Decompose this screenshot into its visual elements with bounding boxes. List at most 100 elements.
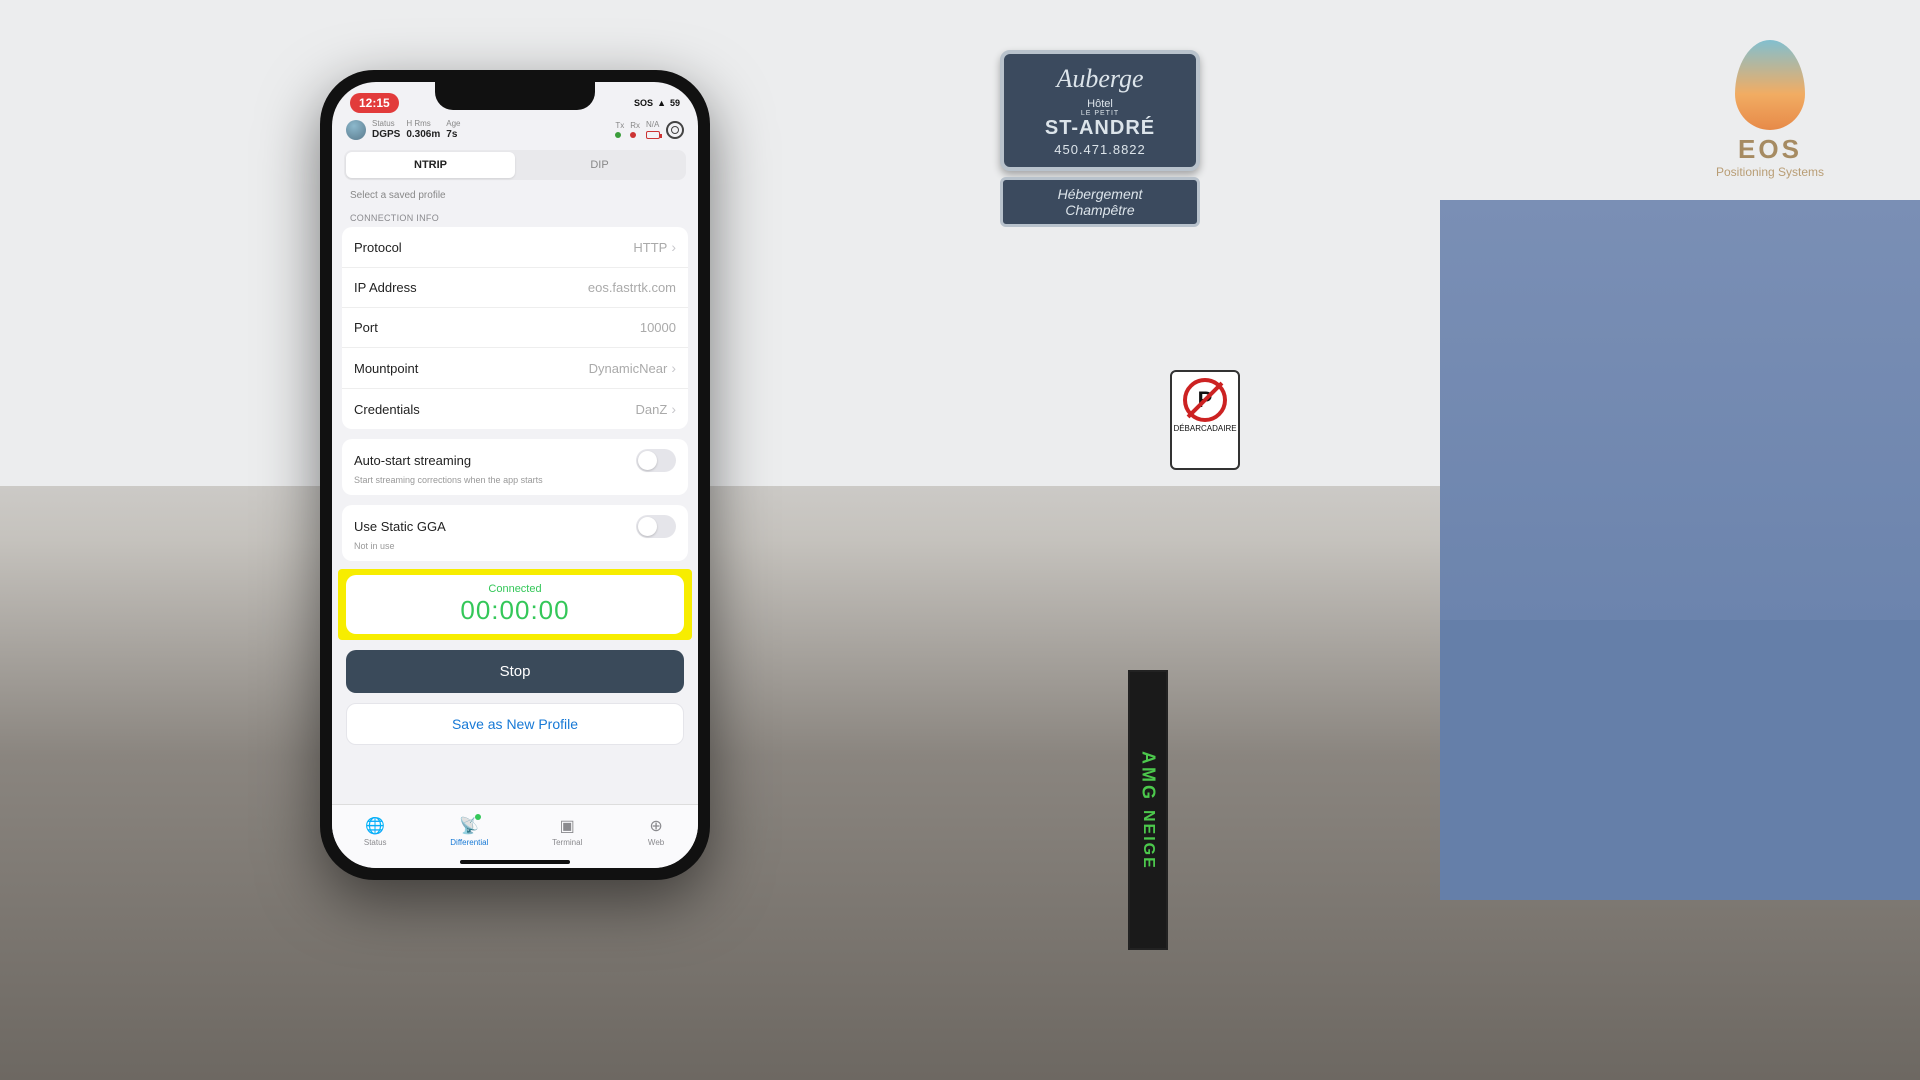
chevron-right-icon: › — [671, 360, 676, 376]
recording-time-pill[interactable]: 12:15 — [350, 93, 399, 113]
cred-label: Credentials — [354, 402, 420, 417]
building-right — [1440, 200, 1920, 900]
connection-timer: 00:00:00 — [354, 595, 676, 626]
port-label: Port — [354, 320, 378, 335]
background-photo — [0, 0, 1920, 1080]
sign-champetre: Champêtre — [1009, 202, 1191, 218]
neige-text: NEIGE — [1139, 810, 1157, 870]
row-port[interactable]: Port 10000 — [342, 308, 688, 348]
tx-label: Tx — [615, 122, 624, 131]
tab-status[interactable]: 🌐 Status — [364, 816, 387, 847]
tab-differential[interactable]: 📡 Differential — [450, 816, 488, 847]
terminal-icon: ▣ — [557, 816, 577, 836]
no-parking-letter: P — [1198, 387, 1213, 413]
profile-hint[interactable]: Select a saved profile — [332, 180, 698, 205]
auberge-sign: Auberge Hôtel LE PETIT ST-ANDRÉ 450.471.… — [1000, 50, 1200, 280]
eos-logo-mark — [1735, 40, 1805, 130]
na-label: N/A — [646, 121, 660, 130]
header-tx: Tx — [615, 122, 624, 139]
mount-label: Mountpoint — [354, 361, 418, 376]
protocol-value-text: HTTP — [633, 240, 667, 255]
sign-hebergement: Hébergement — [1009, 186, 1191, 202]
stop-button[interactable]: Stop — [346, 650, 684, 693]
header-battery: N/A — [646, 121, 660, 140]
battery-level: 59 — [670, 98, 680, 108]
sign-auberge: Auberge — [1014, 64, 1186, 94]
home-indicator[interactable] — [460, 860, 570, 864]
hrms-label: H Rms — [406, 120, 440, 129]
gear-icon[interactable] — [666, 121, 684, 139]
protocol-value: HTTP › — [633, 239, 676, 255]
app-logo-icon — [346, 120, 366, 140]
tab-diff-label: Differential — [450, 838, 488, 847]
eos-logo-text: EOS — [1660, 134, 1880, 165]
web-icon: ⊕ — [646, 816, 666, 836]
header-hrms: H Rms 0.306m — [406, 120, 440, 140]
age-label: Age — [446, 120, 460, 129]
port-value: 10000 — [640, 320, 676, 335]
app-content: 12:15 SOS ▲ 59 Status DGPS H Rms 0.306m — [332, 82, 698, 804]
eos-logo-subtitle: Positioning Systems — [1660, 165, 1880, 179]
tab-dip[interactable]: DIP — [515, 152, 684, 178]
row-credentials[interactable]: Credentials DanZ› — [342, 389, 688, 429]
sign-hotel: Hôtel — [1014, 98, 1186, 110]
age-value: 7s — [446, 129, 460, 140]
tab-web[interactable]: ⊕ Web — [646, 816, 666, 847]
chevron-right-icon: › — [671, 239, 676, 255]
ip-value: eos.fastrtk.com — [588, 280, 676, 295]
tab-ntrip[interactable]: NTRIP — [346, 152, 515, 178]
antenna-icon: 📡 — [459, 816, 479, 836]
sign-phone: 450.471.8822 — [1014, 142, 1186, 157]
iphone-notch — [435, 82, 595, 110]
amg-neige-sign: AMG NEIGE — [1128, 670, 1168, 950]
wifi-icon: ▲ — [657, 98, 666, 108]
iphone-screen: 12:15 SOS ▲ 59 Status DGPS H Rms 0.306m — [332, 82, 698, 868]
header-rx: Rx — [630, 122, 640, 139]
connection-list: Protocol HTTP› IP Address eos.fastrtk.co… — [342, 227, 688, 429]
mode-segmented-control[interactable]: NTRIP DIP — [344, 150, 686, 180]
status-bar-right: SOS ▲ 59 — [634, 98, 680, 108]
rx-label: Rx — [630, 122, 640, 131]
mount-value-text: DynamicNear — [589, 361, 668, 376]
sign-plate-upper: Auberge Hôtel LE PETIT ST-ANDRÉ 450.471.… — [1000, 50, 1200, 171]
cred-value: DanZ› — [636, 401, 676, 417]
section-connection-info: CONNECTION INFO — [332, 205, 698, 227]
no-parking-icon: P — [1183, 378, 1227, 422]
rx-dot-icon — [630, 132, 636, 138]
status-value: DGPS — [372, 129, 400, 140]
eos-logo: EOS Positioning Systems — [1660, 40, 1880, 160]
tx-dot-icon — [615, 132, 621, 138]
tab-status-label: Status — [364, 838, 387, 847]
mount-value: DynamicNear› — [589, 360, 676, 376]
battery-icon — [646, 131, 660, 139]
connection-status: Connected — [354, 583, 676, 595]
tab-term-label: Terminal — [552, 838, 582, 847]
porch — [1440, 620, 1920, 900]
staticgga-sub: Not in use — [354, 541, 676, 551]
no-parking-sign: P DÉBARCADAIRE — [1170, 370, 1240, 470]
status-label: Status — [372, 120, 400, 129]
staticgga-row: Use Static GGA Not in use — [342, 505, 688, 561]
staticgga-label: Use Static GGA — [354, 519, 446, 534]
chevron-right-icon: › — [671, 401, 676, 417]
header-age: Age 7s — [446, 120, 460, 140]
autostart-sub: Start streaming corrections when the app… — [354, 475, 676, 485]
hrms-value: 0.306m — [406, 129, 440, 140]
save-profile-button[interactable]: Save as New Profile — [346, 703, 684, 745]
tab-terminal[interactable]: ▣ Terminal — [552, 816, 582, 847]
iphone-frame: 12:15 SOS ▲ 59 Status DGPS H Rms 0.306m — [320, 70, 710, 880]
tab-web-label: Web — [648, 838, 664, 847]
app-header: Status DGPS H Rms 0.306m Age 7s Tx Rx — [332, 116, 698, 146]
autostart-toggle[interactable] — [636, 449, 676, 472]
sos-indicator: SOS — [634, 98, 653, 108]
connected-card: Connected 00:00:00 — [346, 575, 684, 634]
row-ip[interactable]: IP Address eos.fastrtk.com — [342, 268, 688, 308]
globe-icon: 🌐 — [365, 816, 385, 836]
row-mountpoint[interactable]: Mountpoint DynamicNear› — [342, 348, 688, 389]
staticgga-toggle[interactable] — [636, 515, 676, 538]
sign-name: ST-ANDRÉ — [1014, 117, 1186, 140]
sign-petit: LE PETIT — [1014, 110, 1186, 117]
autostart-row: Auto-start streaming Start streaming cor… — [342, 439, 688, 495]
cred-value-text: DanZ — [636, 402, 668, 417]
row-protocol[interactable]: Protocol HTTP› — [342, 227, 688, 268]
